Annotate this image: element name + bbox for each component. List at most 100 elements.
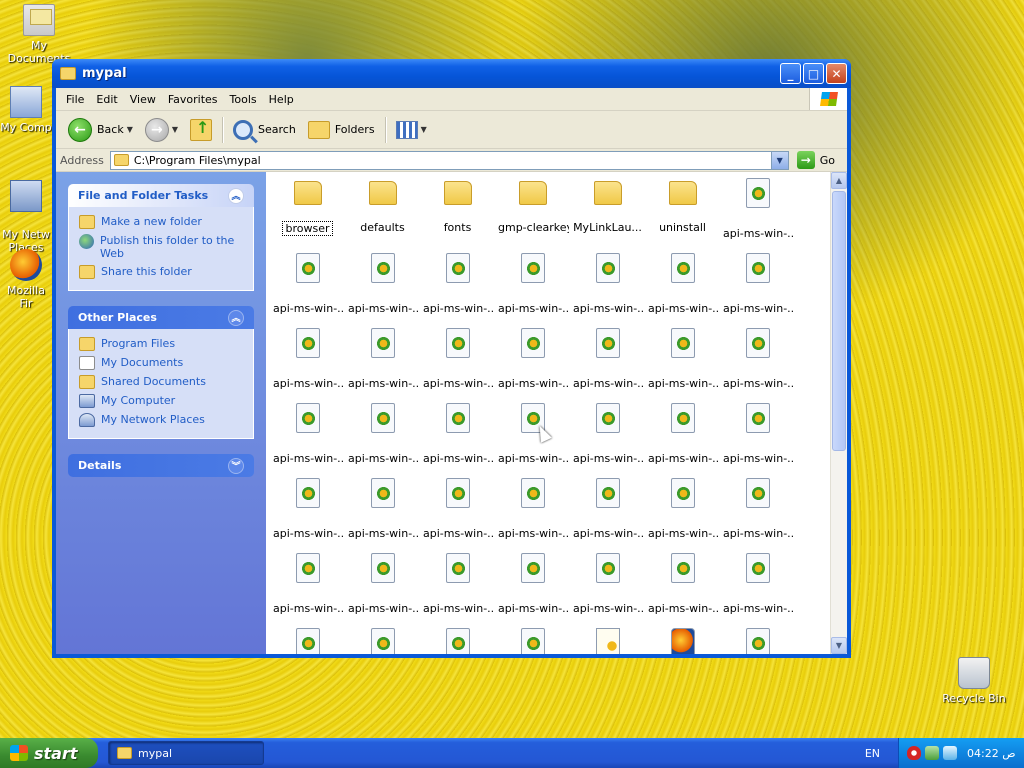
collapse-chevron-icon[interactable]: ︽ [228,309,244,326]
file-item[interactable]: api-ms-win-... [495,326,570,401]
minimize-button[interactable]: _ [780,63,801,84]
file-item[interactable]: api-ms-win-... [645,251,720,326]
up-folder-button[interactable] [184,115,218,145]
file-item[interactable]: api-ms-win-... [570,401,645,476]
menu-file[interactable]: File [60,93,90,106]
file-item[interactable]: api-ms-win-... [495,401,570,476]
go-button[interactable]: → Go [789,151,843,169]
desktop-icon-recycle-bin[interactable]: Recycle Bin [935,657,1013,705]
file-item[interactable]: api-ms-win-... [720,251,795,326]
address-dropdown-button[interactable]: ▼ [770,151,788,169]
file-item[interactable] [270,626,345,654]
other-place-network-places[interactable]: My Network Places [79,413,243,427]
collapse-chevron-icon[interactable]: ︽ [228,187,244,204]
menu-tools[interactable]: Tools [224,93,263,106]
menu-help[interactable]: Help [263,93,300,106]
search-button[interactable]: Search [227,115,302,145]
desktop-icon-my-documents[interactable]: My Documents [0,4,78,65]
file-item[interactable]: api-ms-win-... [345,551,420,626]
file-item[interactable]: api-ms-win-... [645,551,720,626]
file-item[interactable]: api-ms-win-... [420,551,495,626]
file-item[interactable]: api-ms-win-... [345,476,420,551]
folders-button[interactable]: Folders [302,115,381,145]
file-item[interactable]: api-ms-win-... [345,251,420,326]
chevron-down-icon[interactable]: ▼ [172,125,178,134]
folder-item[interactable]: uninstall [645,176,720,251]
scroll-up-button[interactable]: ▲ [831,172,847,189]
file-list-view[interactable]: browser defaults fonts gmp-clearkey MyLinkLa… [266,172,830,654]
file-item[interactable]: api-ms-win-... [720,326,795,401]
network-icon[interactable] [925,746,939,760]
folder-item[interactable]: MyLinkLau... [570,176,645,251]
address-input[interactable]: C:\Program Files\mypal ▼ [109,150,789,170]
other-places-header[interactable]: Other Places ︽ [68,306,254,329]
file-item[interactable]: api-ms-win-... [270,326,345,401]
scroll-track[interactable] [831,189,847,637]
file-item[interactable]: api-ms-win-... [645,326,720,401]
publish-folder-link[interactable]: Publish this folder to the Web [79,234,243,260]
file-item[interactable]: api-ms-win-... [720,401,795,476]
file-item[interactable]: api-ms-win-... [645,476,720,551]
folder-item[interactable]: browser [270,176,345,251]
details-header[interactable]: Details ︾ [68,454,254,477]
file-item[interactable]: api-ms-win-... [720,551,795,626]
file-item[interactable]: api-ms-win-... [495,476,570,551]
make-new-folder-link[interactable]: Make a new folder [79,215,243,229]
file-item[interactable]: api-ms-win-... [270,251,345,326]
menu-edit[interactable]: Edit [90,93,123,106]
file-item[interactable] [345,626,420,654]
menu-favorites[interactable]: Favorites [162,93,224,106]
start-button[interactable]: start [0,738,98,768]
file-item[interactable]: api-ms-win-... [570,251,645,326]
file-item[interactable]: api-ms-win-... [570,326,645,401]
file-item[interactable]: api-ms-win-... [270,401,345,476]
file-item[interactable]: api-ms-win-... [270,476,345,551]
maximize-button[interactable]: □ [803,63,824,84]
other-place-program-files[interactable]: Program Files [79,337,243,351]
file-item[interactable]: api-ms-win-... [270,551,345,626]
file-item[interactable]: api-ms-win-... [570,551,645,626]
desktop-icon-my-computer[interactable]: My Comp [0,86,52,134]
taskbar-item-mypal[interactable]: mypal [108,741,264,765]
file-item[interactable] [495,626,570,654]
file-item[interactable]: api-ms-win-... [495,551,570,626]
folder-item[interactable]: fonts [420,176,495,251]
file-item[interactable]: api-ms-win-... [420,476,495,551]
file-item[interactable] [420,626,495,654]
file-item[interactable]: api-ms-win-... [420,326,495,401]
share-folder-link[interactable]: Share this folder [79,265,243,279]
file-item[interactable]: api-ms-win-... [420,251,495,326]
file-item[interactable]: api-ms-win-... [570,476,645,551]
file-folder-tasks-header[interactable]: File and Folder Tasks ︽ [68,184,254,207]
language-indicator[interactable]: EN [865,747,898,760]
security-shield-icon[interactable] [907,746,921,760]
other-place-my-computer[interactable]: My Computer [79,394,243,408]
menu-view[interactable]: View [124,93,162,106]
file-item[interactable]: api-ms-win-... [720,176,795,251]
file-item[interactable]: api-ms-win-... [420,401,495,476]
vertical-scrollbar[interactable]: ▲ ▼ [830,172,847,654]
file-item[interactable]: api-ms-win-... [720,476,795,551]
file-item[interactable]: api-ms-win-... [345,401,420,476]
other-place-my-documents[interactable]: My Documents [79,356,243,370]
desktop-icon-firefox[interactable]: Mozilla Fir [0,249,52,310]
scroll-down-button[interactable]: ▼ [831,637,847,654]
file-item[interactable] [645,626,720,654]
safely-remove-icon[interactable] [943,746,957,760]
title-bar[interactable]: mypal _ □ ✕ [52,59,851,88]
close-button[interactable]: ✕ [826,63,847,84]
clock[interactable]: 04:22 ص [967,747,1016,760]
file-item[interactable]: api-ms-win-... [345,326,420,401]
back-button[interactable]: ← Back ▼ [62,115,139,145]
file-item[interactable] [720,626,795,654]
file-item[interactable]: api-ms-win-... [495,251,570,326]
scroll-thumb[interactable] [832,191,846,451]
views-button[interactable]: ▼ [390,115,433,145]
expand-chevron-icon[interactable]: ︾ [228,457,244,474]
folder-item[interactable]: defaults [345,176,420,251]
file-item[interactable]: api-ms-win-... [645,401,720,476]
chevron-down-icon[interactable]: ▼ [127,125,133,134]
file-item[interactable] [570,626,645,654]
folder-item[interactable]: gmp-clearkey [495,176,570,251]
forward-button[interactable]: → ▼ [139,115,184,145]
